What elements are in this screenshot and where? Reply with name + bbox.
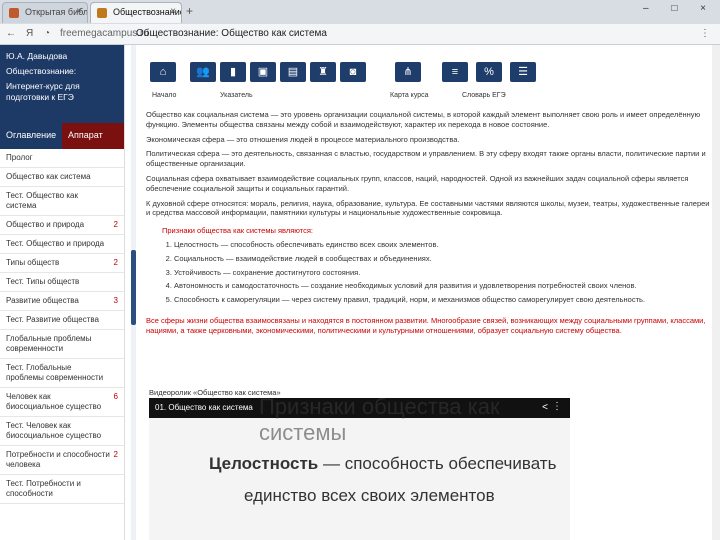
- new-tab-button[interactable]: +: [186, 4, 193, 18]
- close-tab-icon[interactable]: ×: [170, 6, 176, 17]
- paragraph-conclusion: Все сферы жизни общества взаимосвязаны и…: [146, 315, 706, 335]
- sidebar-item[interactable]: Потребности и способности человека 2: [0, 446, 124, 475]
- sidebar-item[interactable]: Общество как система: [0, 168, 124, 187]
- author-name: Ю.А. Давыдова: [6, 51, 68, 61]
- feature-item: Целостность — способность обеспечивать е…: [174, 240, 705, 250]
- slide-line-2: единство всех своих элементов: [244, 486, 495, 505]
- course-sidebar: Ю.А. Давыдова Обществознание: Интернет-к…: [0, 45, 125, 540]
- sidebar-item[interactable]: Тест. Глобальные проблемы современности: [0, 359, 124, 388]
- slide-line-1: Целостность — способность обеспечивать: [209, 454, 557, 473]
- sidebar-header: Ю.А. Давыдова Обществознание: Интернет-к…: [0, 45, 124, 123]
- window-controls[interactable]: – □ ×: [643, 3, 716, 14]
- back-arrow-icon[interactable]: ←: [6, 28, 16, 39]
- sidebar-tabs: Оглавление Аппарат: [0, 123, 124, 149]
- sidebar-item[interactable]: Тест. Общество как система: [0, 187, 124, 216]
- sidebar-item[interactable]: Тест. Развитие общества: [0, 311, 124, 330]
- browser-tab-library[interactable]: Открытая библ ×: [2, 2, 88, 23]
- briefcase-icon[interactable]: ▣: [250, 62, 276, 82]
- page-scrollbar[interactable]: [712, 45, 720, 540]
- address-bar[interactable]: ← Я ◔ freemegacampus.ru Обществознание: …: [0, 24, 720, 45]
- label-dictionary: Словарь ЕГЭ: [462, 92, 506, 99]
- book-icon[interactable]: ▮: [220, 62, 246, 82]
- scrollbar-thumb[interactable]: [131, 250, 136, 325]
- sidebar-item[interactable]: Развитие общества 3: [0, 292, 124, 311]
- site-favicon-icon: [97, 8, 107, 18]
- sidebar-item[interactable]: Тест. Общество и природа: [0, 235, 124, 254]
- sidebar-item[interactable]: Типы обществ 2: [0, 254, 124, 273]
- label-start: Начало: [152, 92, 177, 99]
- tab-apparatus[interactable]: Аппарат: [62, 123, 124, 149]
- sidebar-toc: Пролог Общество как система Тест. Общест…: [0, 149, 124, 504]
- sidebar-item[interactable]: Тест. Типы обществ: [0, 273, 124, 292]
- sidebar-item[interactable]: Тест. Человек как биосоциальное существо: [0, 417, 124, 446]
- browser-tab-bar: Открытая библ × Обществознание × + – □ ×: [0, 0, 720, 25]
- features-box: Признаки общества как системы являются: …: [156, 223, 711, 312]
- paragraph-intro: Общество как социальная система — это ур…: [146, 110, 701, 129]
- features-heading: Признаки общества как системы являются:: [162, 226, 313, 236]
- browser-tab-social-studies[interactable]: Обществознание ×: [90, 2, 182, 23]
- feature-item: Автономность и самодостаточность — созда…: [174, 281, 705, 291]
- course-subtitle: Интернет-курс для подготовки к ЕГЭ: [6, 81, 80, 102]
- label-index: Указатель: [220, 92, 253, 99]
- tab-contents[interactable]: Оглавление: [0, 123, 62, 149]
- close-tab-icon[interactable]: ×: [76, 6, 82, 17]
- sidebar-item[interactable]: Человек как биосоциальное существо 6: [0, 388, 124, 417]
- course-title: Обществознание:: [6, 66, 77, 76]
- tool-icon[interactable]: ♜: [310, 62, 336, 82]
- menu-icon[interactable]: ⋮: [700, 28, 710, 39]
- home-icon[interactable]: ⌂: [150, 62, 176, 82]
- paragraph-economic: Экономическая сфера — это отношения люде…: [146, 134, 460, 144]
- sidebar-item[interactable]: Общество и природа 2: [0, 216, 124, 235]
- share-icon[interactable]: <: [542, 402, 548, 413]
- folder-icon[interactable]: ▤: [280, 62, 306, 82]
- page-title: Обществознание: Общество как система: [136, 28, 327, 39]
- users-icon[interactable]: 👥: [190, 62, 216, 82]
- sidebar-scrollbar[interactable]: [131, 45, 136, 540]
- sidebar-item[interactable]: Пролог: [0, 149, 124, 168]
- list-icon[interactable]: ☰: [510, 62, 536, 82]
- video-player[interactable]: Признаки общества как системы 01. Общест…: [149, 398, 570, 540]
- course-toolbar: ⌂ 👥 ▮ ▣ ▤ ♜ ◙ ⋔ ≡ % ☰ Начало Указатель К…: [140, 46, 720, 108]
- more-icon[interactable]: ⋮: [552, 401, 562, 412]
- camera-icon[interactable]: ◙: [340, 62, 366, 82]
- sidebar-item[interactable]: Глобальные проблемы современности: [0, 330, 124, 359]
- feature-item: Способность к саморегуляции — через сист…: [174, 295, 705, 305]
- sidebar-item[interactable]: Тест. Потребности и способности: [0, 475, 124, 504]
- video-title[interactable]: 01. Общество как система: [155, 403, 253, 412]
- library-favicon-icon: [9, 8, 19, 18]
- lesson-content: Общество как социальная система — это ур…: [146, 110, 711, 400]
- video-caption[interactable]: Видеоролик «Общество как система»: [149, 388, 281, 397]
- paragraph-social: Социальная сфера охватывает взаимодейств…: [146, 173, 689, 193]
- feature-item: Социальность — взаимодействие людей в со…: [174, 254, 705, 264]
- lock-icon: ◔: [44, 28, 51, 39]
- label-course-map: Карта курса: [390, 92, 429, 99]
- tree-icon[interactable]: ≡: [442, 62, 468, 82]
- search-engine-icon[interactable]: Я: [26, 28, 33, 39]
- paragraph-political: Политическая сфера — это деятельность, с…: [146, 149, 706, 169]
- feature-item: Устойчивость — сохранение достигнутого с…: [174, 268, 705, 278]
- hierarchy-icon[interactable]: ⋔: [395, 62, 421, 82]
- video-slide-heading: Признаки общества как системы: [259, 398, 500, 445]
- paragraph-spiritual: К духовной сфере относятся: мораль, рели…: [146, 198, 710, 218]
- percent-icon[interactable]: %: [476, 62, 502, 82]
